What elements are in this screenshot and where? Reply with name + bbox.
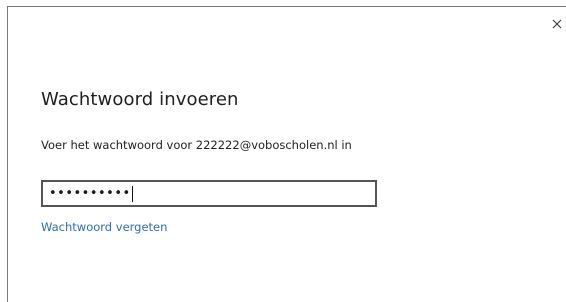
password-masked-value: •••••••••• (49, 186, 131, 201)
forgot-password-link[interactable]: Wachtwoord vergeten (41, 220, 167, 234)
password-prompt: Voer het wachtwoord voor 222222@voboscho… (41, 138, 352, 152)
dialog-title: Wachtwoord invoeren (41, 89, 239, 110)
password-input[interactable]: •••••••••• (41, 180, 377, 207)
close-icon (552, 19, 562, 29)
text-caret (131, 185, 133, 202)
sign-in-dialog: Wachtwoord invoeren Voer het wachtwoord … (7, 6, 566, 302)
close-button[interactable] (550, 17, 564, 31)
